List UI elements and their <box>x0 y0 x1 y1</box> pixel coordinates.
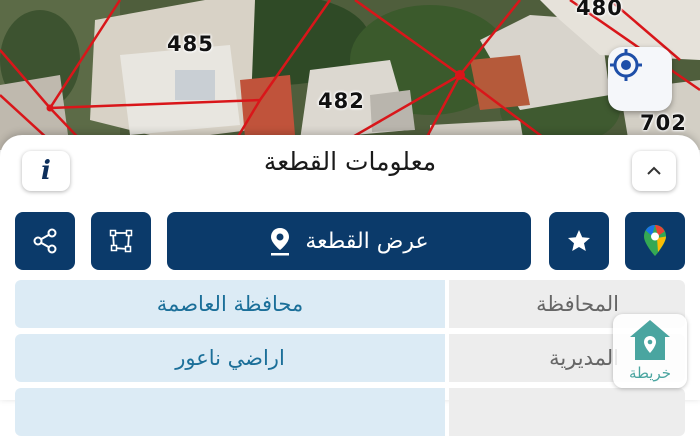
parcel-label-702[interactable]: 702 <box>640 111 687 135</box>
chevron-up-icon <box>647 166 661 175</box>
info-icon: i <box>41 156 51 186</box>
google-maps-button[interactable] <box>625 212 685 270</box>
map-pin-icon <box>271 228 290 256</box>
map-house-icon <box>630 320 670 360</box>
parcel-info-panel: معلومات القطعة i عرض القطعة محافظة العاص… <box>0 135 700 436</box>
locate-me-button[interactable] <box>608 47 672 111</box>
detail-value <box>15 388 445 436</box>
google-maps-icon <box>644 225 666 256</box>
parcel-label-482[interactable]: 482 <box>318 89 365 113</box>
show-parcel-label: عرض القطعة <box>305 228 429 254</box>
detail-row-directorate: اراضي ناعور المديرية <box>15 334 685 382</box>
show-parcel-button[interactable]: عرض القطعة <box>167 212 531 270</box>
crosshair-icon <box>610 49 642 81</box>
favorite-button[interactable] <box>549 212 609 270</box>
map-imagery <box>0 0 700 150</box>
map-tab-label: خريطة <box>628 364 672 382</box>
detail-row-governorate: محافظة العاصمة المحافظة <box>15 280 685 328</box>
parcel-label-485[interactable]: 485 <box>167 32 214 56</box>
share-icon <box>33 228 57 254</box>
detail-value: محافظة العاصمة <box>15 280 445 328</box>
map-tab-button[interactable]: خريطة <box>613 314 687 388</box>
satellite-map[interactable]: 485 482 480 702 <box>0 0 700 150</box>
polygon-icon <box>109 229 133 253</box>
parcel-label-480[interactable]: 480 <box>576 0 623 20</box>
info-button[interactable]: i <box>22 151 70 191</box>
share-button[interactable] <box>15 212 75 270</box>
polygon-button[interactable] <box>91 212 151 270</box>
detail-row-next <box>15 388 685 436</box>
detail-key <box>449 388 685 436</box>
detail-value: اراضي ناعور <box>15 334 445 382</box>
panel-title: معلومات القطعة <box>263 147 437 176</box>
star-icon <box>568 230 590 251</box>
collapse-button[interactable] <box>632 151 676 191</box>
